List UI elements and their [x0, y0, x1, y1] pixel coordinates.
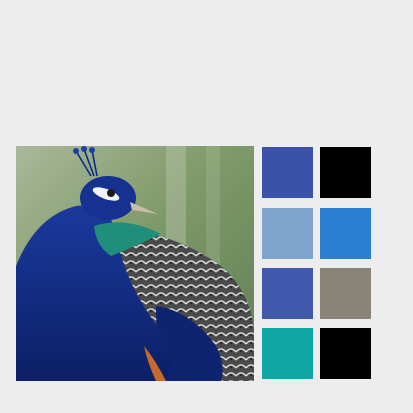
- peacock-photo: [16, 146, 254, 381]
- color-swatch: [320, 268, 371, 319]
- color-swatch: [262, 328, 313, 379]
- color-swatch: [262, 147, 313, 198]
- color-swatch: [320, 328, 371, 379]
- color-swatch: [262, 268, 313, 319]
- color-swatch: [320, 147, 371, 198]
- color-swatch: [262, 208, 313, 259]
- color-swatch: [320, 208, 371, 259]
- palette-card: [0, 0, 413, 413]
